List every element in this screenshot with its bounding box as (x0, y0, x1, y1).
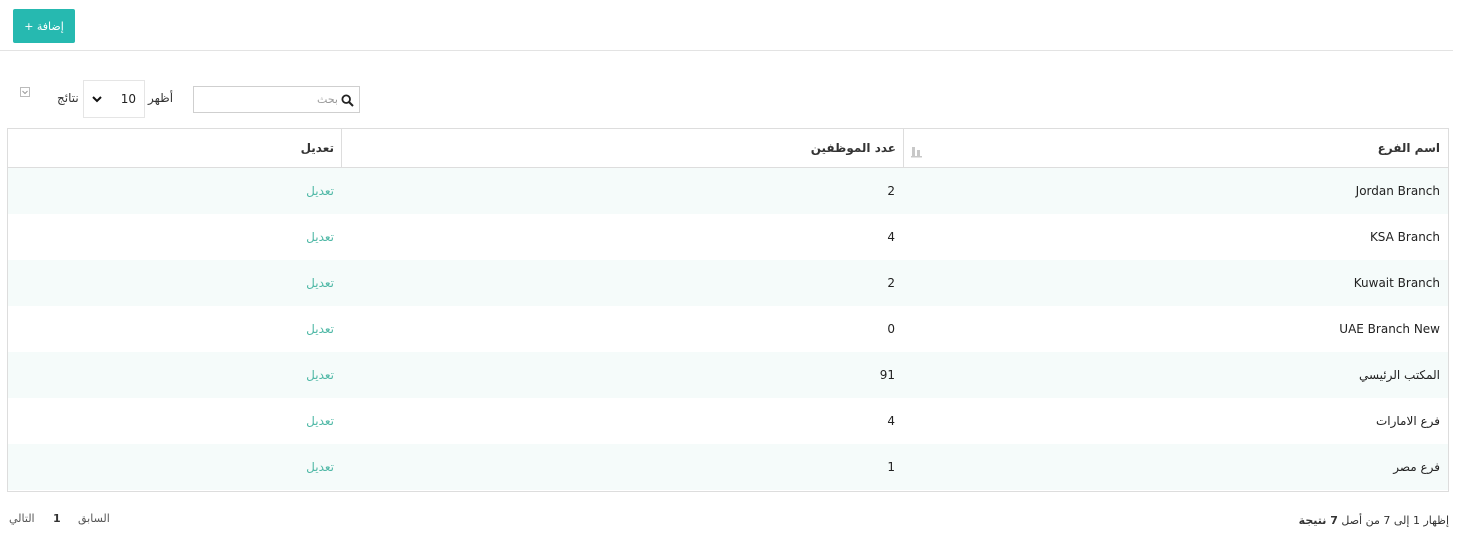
results-info-total: 7 نتيجة (1298, 514, 1338, 527)
next-page-button[interactable]: التالي (9, 512, 35, 525)
page-size-value: 10 (120, 92, 136, 106)
branch-name-cell: UAE Branch New (1339, 322, 1440, 336)
sort-icon[interactable] (911, 143, 923, 158)
results-info-prefix: إظهار 1 إلى 7 من أصل (1341, 514, 1449, 527)
table-row: Jordan Branch 2 تعديل (8, 168, 1448, 214)
header-edit: تعديل (300, 141, 334, 155)
table-row: فرع مصر 1 تعديل (8, 444, 1448, 490)
chevron-down-icon (92, 93, 102, 106)
page-1-button[interactable]: 1 (53, 512, 61, 525)
branch-name-cell: KSA Branch (1369, 230, 1440, 244)
employee-count-cell: 91 (879, 368, 895, 382)
edit-link[interactable]: تعديل (306, 444, 334, 490)
page-size-select[interactable]: 10 (83, 80, 145, 118)
table-row: فرع الامارات 4 تعديل (8, 398, 1448, 444)
previous-page-button[interactable]: السابق (78, 512, 110, 525)
edit-link[interactable]: تعديل (306, 260, 334, 306)
search-icon (341, 92, 355, 107)
edit-link[interactable]: تعديل (306, 352, 334, 398)
table-row: UAE Branch New 0 تعديل (8, 306, 1448, 352)
branch-name-cell: Kuwait Branch (1353, 276, 1440, 290)
header-employee-count[interactable]: عدد الموظفين (568, 129, 896, 167)
divider (0, 50, 1453, 51)
results-info: إظهار 1 إلى 7 من أصل 7 نتيجة (1299, 514, 1449, 527)
edit-link[interactable]: تعديل (306, 306, 334, 352)
employee-count-cell: 2 (887, 184, 895, 198)
table-row: المكتب الرئيسي 91 تعديل (8, 352, 1448, 398)
sort-down-icon[interactable] (19, 87, 31, 99)
column-divider (341, 129, 342, 167)
search-input[interactable] (196, 89, 338, 110)
employee-count-cell: 1 (887, 460, 895, 474)
header-branch-name[interactable]: اسم الفرع (900, 129, 1440, 167)
table-row: KSA Branch 4 تعديل (8, 214, 1448, 260)
edit-link[interactable]: تعديل (306, 214, 334, 260)
employee-count-cell: 0 (887, 322, 895, 336)
employee-count-cell: 2 (887, 276, 895, 290)
branch-name-cell: فرع مصر (1393, 460, 1440, 474)
employee-count-cell: 4 (887, 414, 895, 428)
show-label: أظهر (148, 91, 174, 105)
employee-count-cell: 4 (887, 230, 895, 244)
search-field[interactable] (193, 86, 360, 113)
edit-link[interactable]: تعديل (306, 398, 334, 444)
edit-link[interactable]: تعديل (306, 168, 334, 214)
branch-name-cell: فرع الامارات (1375, 414, 1440, 428)
results-label: نتائج (57, 91, 79, 105)
column-divider (903, 129, 904, 167)
table-row: Kuwait Branch 2 تعديل (8, 260, 1448, 306)
branch-name-cell: المكتب الرئيسي (1358, 368, 1440, 382)
add-button[interactable]: + إضافة (13, 9, 75, 43)
table-header: اسم الفرع عدد الموظفين تعديل (8, 129, 1448, 168)
branches-table: اسم الفرع عدد الموظفين تعديل Jordan Bran… (7, 128, 1449, 492)
branch-name-cell: Jordan Branch (1355, 184, 1440, 198)
